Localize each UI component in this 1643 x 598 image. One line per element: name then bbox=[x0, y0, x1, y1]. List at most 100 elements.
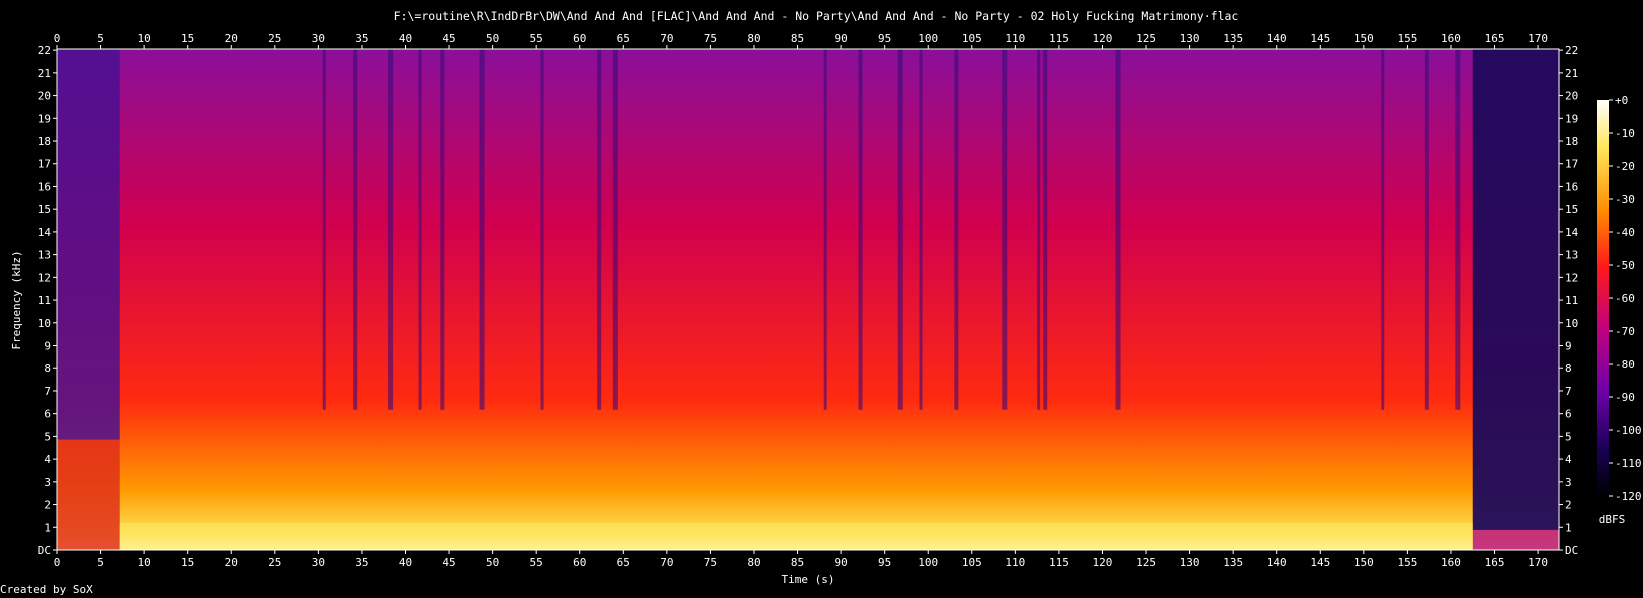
x-tick-label-bottom: 140 bbox=[1267, 556, 1287, 569]
y-tick-label-right: 13 bbox=[1565, 249, 1578, 262]
x-tick-label-top: 95 bbox=[878, 32, 891, 45]
dark-streak bbox=[322, 49, 326, 410]
x-tick-label-top: 105 bbox=[962, 32, 982, 45]
x-tick-label-top: 100 bbox=[918, 32, 938, 45]
y-tick-label-right: 10 bbox=[1565, 317, 1578, 330]
x-tick-label-top: 15 bbox=[181, 32, 194, 45]
dark-streak bbox=[353, 49, 358, 410]
x-tick-label-bottom: 70 bbox=[660, 556, 673, 569]
colorbar-label: dBFS bbox=[1599, 513, 1626, 526]
colorbar-tick-label: -110 bbox=[1615, 457, 1642, 470]
y-tick-label-left: DC bbox=[38, 544, 51, 557]
y-tick-label-left: 1 bbox=[44, 521, 51, 534]
y-tick-label-left: 14 bbox=[38, 226, 52, 239]
x-tick-label-top: 160 bbox=[1441, 32, 1461, 45]
x-tick-label-top: 40 bbox=[399, 32, 412, 45]
x-tick-label-bottom: 115 bbox=[1049, 556, 1069, 569]
x-tick-label-top: 65 bbox=[617, 32, 630, 45]
x-tick-label-top: 25 bbox=[268, 32, 281, 45]
colorbar-tick-label: -60 bbox=[1615, 292, 1635, 305]
x-tick-label-bottom: 170 bbox=[1528, 556, 1548, 569]
x-tick-label-top: 170 bbox=[1528, 32, 1548, 45]
y-tick-label-left: 9 bbox=[44, 340, 51, 353]
x-tick-label-bottom: 160 bbox=[1441, 556, 1461, 569]
x-tick-label-bottom: 0 bbox=[54, 556, 61, 569]
y-tick-label-right: DC bbox=[1565, 544, 1578, 557]
x-tick-label-bottom: 20 bbox=[225, 556, 238, 569]
x-tick-label-top: 90 bbox=[834, 32, 847, 45]
spectrogram-chart: F:\=routine\R\IndDrBr\DW\And And And [FL… bbox=[10, 9, 1642, 586]
colorbar-tick-label: -30 bbox=[1615, 193, 1635, 206]
colorbar-tick-label: -120 bbox=[1615, 490, 1642, 503]
y-tick-label-left: 18 bbox=[38, 135, 51, 148]
x-tick-label-top: 150 bbox=[1354, 32, 1374, 45]
colorbar-tick-label: -100 bbox=[1615, 424, 1642, 437]
x-tick-label-top: 70 bbox=[660, 32, 673, 45]
x-tick-label-bottom: 75 bbox=[704, 556, 717, 569]
x-tick-label-top: 50 bbox=[486, 32, 499, 45]
x-tick-label-top: 45 bbox=[442, 32, 455, 45]
y-tick-label-left: 10 bbox=[38, 317, 51, 330]
y-tick-label-right: 1 bbox=[1565, 521, 1572, 534]
quiet-region-outro-low bbox=[1472, 529, 1559, 550]
x-tick-label-top: 10 bbox=[137, 32, 150, 45]
colorbar-tick-label: -40 bbox=[1615, 226, 1635, 239]
y-tick-label-left: 2 bbox=[44, 499, 51, 512]
dark-streak bbox=[1424, 49, 1429, 410]
credit-text: Created by SoX bbox=[0, 583, 93, 596]
y-tick-label-left: 17 bbox=[38, 158, 51, 171]
x-tick-label-bottom: 145 bbox=[1310, 556, 1330, 569]
x-tick-label-bottom: 135 bbox=[1223, 556, 1243, 569]
x-tick-label-top: 115 bbox=[1049, 32, 1069, 45]
x-tick-label-top: 165 bbox=[1485, 32, 1505, 45]
y-tick-label-left: 7 bbox=[44, 385, 51, 398]
y-tick-label-right: 7 bbox=[1565, 385, 1572, 398]
dark-streak bbox=[954, 49, 959, 410]
dark-streak bbox=[823, 49, 827, 410]
y-tick-label-left: 12 bbox=[38, 271, 51, 284]
quiet-region-outro bbox=[1472, 49, 1559, 530]
colorbar-tick-label: -80 bbox=[1615, 358, 1635, 371]
y-tick-label-right: 20 bbox=[1565, 90, 1578, 103]
colorbar bbox=[1597, 100, 1609, 496]
y-tick-label-right: 5 bbox=[1565, 430, 1572, 443]
dark-streak bbox=[1002, 49, 1008, 410]
x-tick-label-top: 5 bbox=[97, 32, 104, 45]
y-tick-label-left: 19 bbox=[38, 112, 51, 125]
y-tick-label-right: 8 bbox=[1565, 362, 1572, 375]
x-tick-label-top: 140 bbox=[1267, 32, 1287, 45]
x-tick-label-top: 110 bbox=[1005, 32, 1025, 45]
colorbar-tick-label: -70 bbox=[1615, 325, 1635, 338]
y-tick-label-right: 6 bbox=[1565, 408, 1572, 421]
dark-streak bbox=[597, 49, 602, 410]
x-tick-label-bottom: 110 bbox=[1005, 556, 1025, 569]
x-tick-label-top: 135 bbox=[1223, 32, 1243, 45]
chart-title: F:\=routine\R\IndDrBr\DW\And And And [FL… bbox=[394, 9, 1239, 23]
x-axis-label: Time (s) bbox=[782, 573, 835, 586]
y-tick-label-left: 6 bbox=[44, 408, 51, 421]
y-tick-label-left: 22 bbox=[38, 44, 51, 57]
dark-streak bbox=[479, 49, 485, 410]
y-tick-label-right: 12 bbox=[1565, 271, 1578, 284]
x-tick-label-top: 35 bbox=[355, 32, 368, 45]
x-tick-label-top: 130 bbox=[1180, 32, 1200, 45]
x-tick-label-bottom: 35 bbox=[355, 556, 368, 569]
dark-streak bbox=[388, 49, 394, 410]
x-tick-label-top: 120 bbox=[1093, 32, 1113, 45]
x-tick-label-top: 0 bbox=[54, 32, 61, 45]
y-tick-label-right: 4 bbox=[1565, 453, 1572, 466]
y-tick-label-right: 3 bbox=[1565, 476, 1572, 489]
dark-streak bbox=[612, 49, 618, 410]
x-tick-label-bottom: 100 bbox=[918, 556, 938, 569]
y-tick-label-left: 11 bbox=[38, 294, 51, 307]
dark-streak bbox=[1381, 49, 1385, 410]
colorbar-tick-label: -10 bbox=[1615, 127, 1635, 140]
x-tick-label-top: 125 bbox=[1136, 32, 1156, 45]
x-tick-label-bottom: 15 bbox=[181, 556, 194, 569]
x-tick-label-bottom: 60 bbox=[573, 556, 586, 569]
colorbar-tick-label: +0 bbox=[1615, 94, 1628, 107]
spectrogram-plot bbox=[57, 49, 1559, 550]
dark-streak bbox=[440, 49, 445, 410]
x-tick-label-bottom: 95 bbox=[878, 556, 891, 569]
y-tick-label-right: 9 bbox=[1565, 340, 1572, 353]
